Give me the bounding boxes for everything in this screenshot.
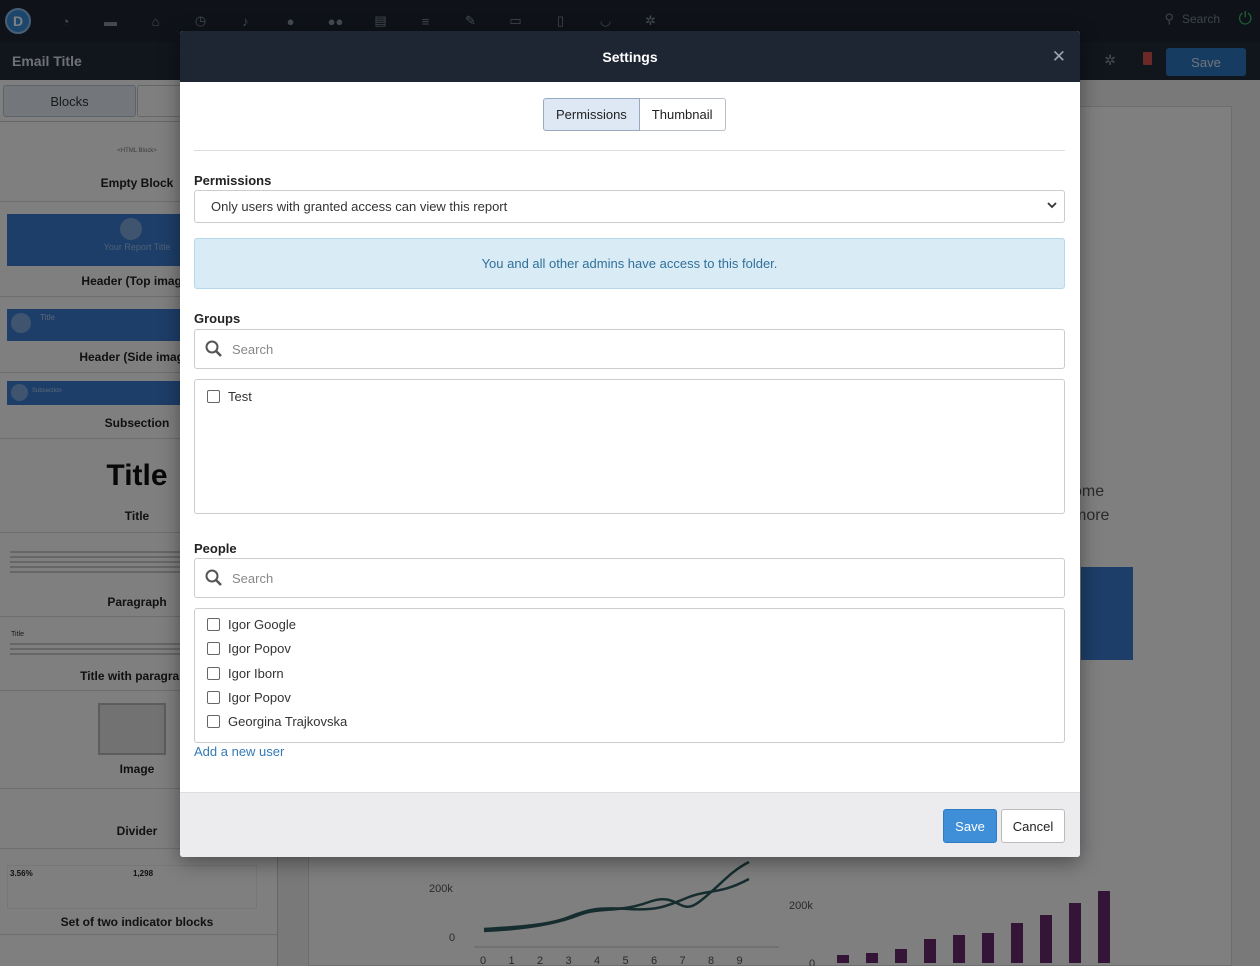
permissions-select[interactable]: Only users with granted access can view … [194, 190, 1065, 223]
person-checkbox[interactable] [207, 691, 220, 704]
tab-thumbnail[interactable]: Thumbnail [639, 98, 726, 131]
person-name: Igor Google [228, 617, 296, 632]
search-icon [205, 340, 222, 357]
people-search-input[interactable] [232, 570, 1032, 586]
modal-footer: Save Cancel [180, 792, 1080, 857]
permissions-select-value: Only users with granted access can view … [211, 199, 508, 214]
person-checkbox[interactable] [207, 715, 220, 728]
people-search [194, 558, 1065, 598]
admin-access-alert: You and all other admins have access to … [194, 238, 1065, 289]
group-checkbox[interactable] [207, 390, 220, 403]
modal-header: Settings ✕ [180, 31, 1080, 82]
group-item[interactable]: Test [207, 389, 252, 404]
people-list: Igor Google Igor Popov Igor Iborn Igor P… [194, 608, 1065, 743]
chevron-down-icon [1047, 202, 1057, 209]
people-label: People [194, 541, 237, 556]
alert-text: You and all other admins have access to … [481, 256, 778, 271]
person-item[interactable]: Igor Popov [207, 641, 291, 656]
person-name: Igor Popov [228, 690, 291, 705]
person-name: Georgina Trajkovska [228, 714, 348, 729]
person-item[interactable]: Igor Google [207, 617, 296, 632]
groups-list: Test [194, 379, 1065, 514]
search-icon [205, 569, 222, 586]
person-name: Igor Popov [228, 641, 291, 656]
settings-modal: Settings ✕ Permissions Thumbnail Permiss… [180, 31, 1080, 857]
add-user-link[interactable]: Add a new user [194, 744, 284, 759]
close-icon[interactable]: ✕ [1052, 47, 1066, 67]
person-checkbox[interactable] [207, 618, 220, 631]
save-button[interactable]: Save [943, 809, 997, 843]
person-item[interactable]: Igor Iborn [207, 666, 284, 681]
divider [194, 150, 1065, 151]
person-checkbox[interactable] [207, 642, 220, 655]
person-item[interactable]: Igor Popov [207, 690, 291, 705]
groups-search [194, 329, 1065, 369]
groups-label: Groups [194, 311, 241, 326]
permissions-label: Permissions [194, 173, 272, 188]
groups-search-input[interactable] [232, 341, 1032, 357]
settings-tabs: Permissions Thumbnail [543, 98, 726, 131]
cancel-button[interactable]: Cancel [1001, 809, 1065, 843]
modal-body: Permissions Thumbnail Permissions Only u… [180, 82, 1080, 792]
person-checkbox[interactable] [207, 667, 220, 680]
person-name: Igor Iborn [228, 666, 284, 681]
tab-permissions[interactable]: Permissions [543, 98, 640, 131]
modal-title: Settings [602, 49, 658, 65]
group-name: Test [228, 389, 252, 404]
person-item[interactable]: Georgina Trajkovska [207, 714, 347, 729]
